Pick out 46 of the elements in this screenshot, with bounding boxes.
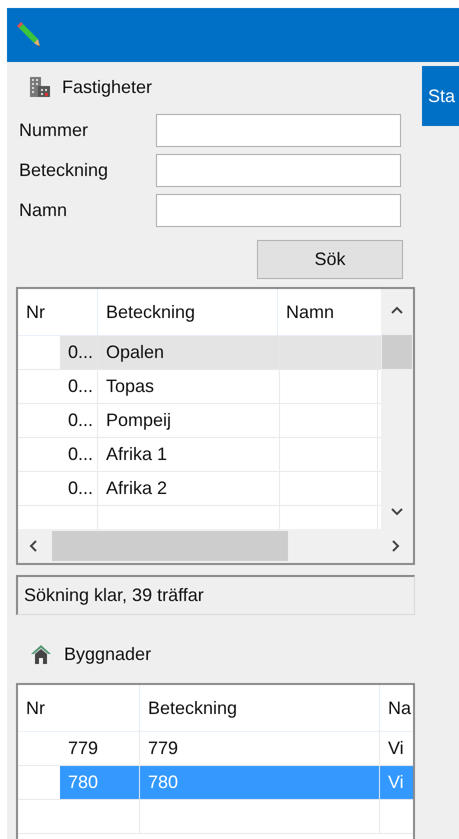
table-row[interactable]: 0... Topas — [60, 370, 381, 403]
column-header[interactable]: Beteckning — [98, 289, 278, 335]
field-label: Namn — [19, 200, 68, 221]
vertical-scrollbar[interactable] — [381, 289, 413, 529]
table-cell: 0... — [60, 438, 98, 471]
pencil-icon — [15, 22, 41, 48]
table-cell: Pompeij — [98, 404, 280, 437]
table-row[interactable]: 779 779 Vi — [60, 732, 413, 765]
table-row[interactable]: 0... Afrika 1 — [60, 438, 381, 471]
table-cell: Topas — [98, 370, 280, 403]
section-title: Byggnader — [64, 644, 152, 664]
input-field[interactable] — [156, 194, 401, 227]
table-row[interactable]: 0... Pompeij — [60, 404, 381, 437]
table-cell: 779 — [60, 732, 140, 765]
table-cell: Afrika 1 — [98, 438, 280, 471]
column-header[interactable]: Nr — [18, 289, 98, 335]
table-row[interactable]: 0... Afrika 2 — [60, 472, 381, 505]
column-header[interactable]: Beteckning — [140, 685, 380, 731]
table-cell-text: Vi — [387, 771, 405, 794]
table-row[interactable]: 0... Opalen — [60, 336, 381, 369]
table-cell: 780 — [140, 766, 380, 799]
section-title: Fastigheter — [62, 76, 152, 98]
table-cell: 780 — [60, 766, 140, 799]
house-icon — [30, 644, 52, 664]
table-cell: 779 — [140, 732, 380, 765]
column-header[interactable]: Nr — [18, 685, 140, 731]
table-cell: 0... — [60, 370, 98, 403]
table-cell-text: Vi — [387, 737, 405, 760]
tab[interactable]: Sta — [422, 66, 459, 126]
field-label: Beteckning — [19, 160, 110, 181]
table-cell: 0... — [60, 472, 98, 505]
table-cell: Afrika 2 — [98, 472, 280, 505]
column-header[interactable]: Namn — [278, 289, 378, 335]
field-label: Nummer — [19, 120, 90, 141]
table-cell: 0... — [60, 404, 98, 437]
buildings-icon — [30, 77, 50, 97]
scroll-thumb[interactable] — [52, 531, 288, 561]
scroll-thumb[interactable] — [382, 335, 412, 369]
table-cell: 0... — [60, 336, 98, 369]
search-button[interactable]: Sök — [257, 240, 403, 279]
input-field[interactable] — [156, 154, 401, 187]
horizontal-scrollbar[interactable] — [18, 529, 413, 563]
table-cell: Opalen — [98, 336, 280, 369]
status-text: Sökning klar, 39 träffar — [16, 575, 415, 615]
input-field[interactable] — [156, 114, 401, 147]
column-header[interactable]: Na — [380, 685, 413, 731]
